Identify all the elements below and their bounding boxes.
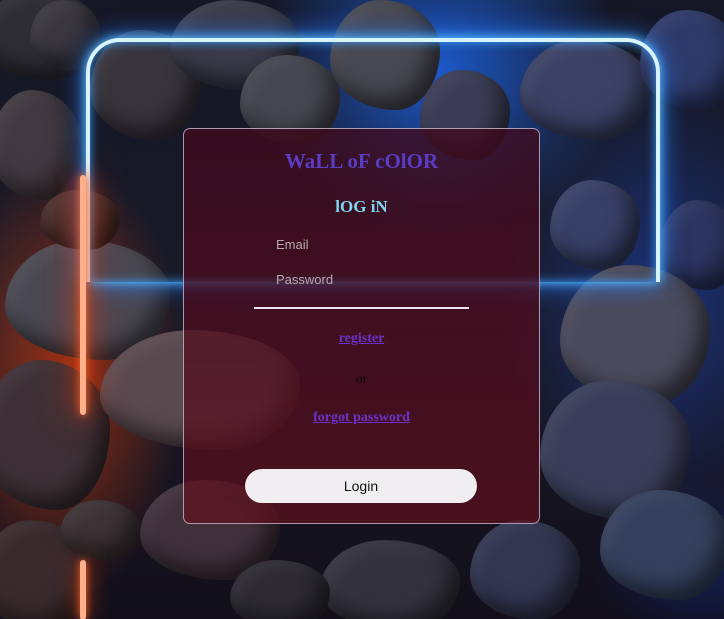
neon-red-tube bbox=[80, 175, 86, 415]
rock bbox=[320, 540, 460, 619]
login-card: WaLL oF cOlOR lOG iN register or forgot … bbox=[183, 128, 540, 524]
neon-red-tube bbox=[80, 560, 86, 619]
or-separator: or bbox=[355, 372, 368, 387]
register-link[interactable]: register bbox=[184, 331, 539, 347]
rock bbox=[470, 520, 580, 619]
brand-title: WaLL oF cOlOR bbox=[284, 149, 439, 173]
rock bbox=[0, 90, 80, 200]
form-divider bbox=[254, 307, 469, 309]
rock bbox=[230, 560, 330, 619]
email-input[interactable] bbox=[254, 232, 469, 256]
password-input[interactable] bbox=[254, 267, 469, 291]
login-button[interactable]: Login bbox=[245, 469, 477, 503]
rock bbox=[60, 500, 140, 560]
login-heading: lOG iN bbox=[335, 197, 388, 216]
rock bbox=[600, 490, 724, 600]
forgot-password-link[interactable]: forgot password bbox=[184, 410, 539, 426]
rock bbox=[0, 360, 110, 510]
